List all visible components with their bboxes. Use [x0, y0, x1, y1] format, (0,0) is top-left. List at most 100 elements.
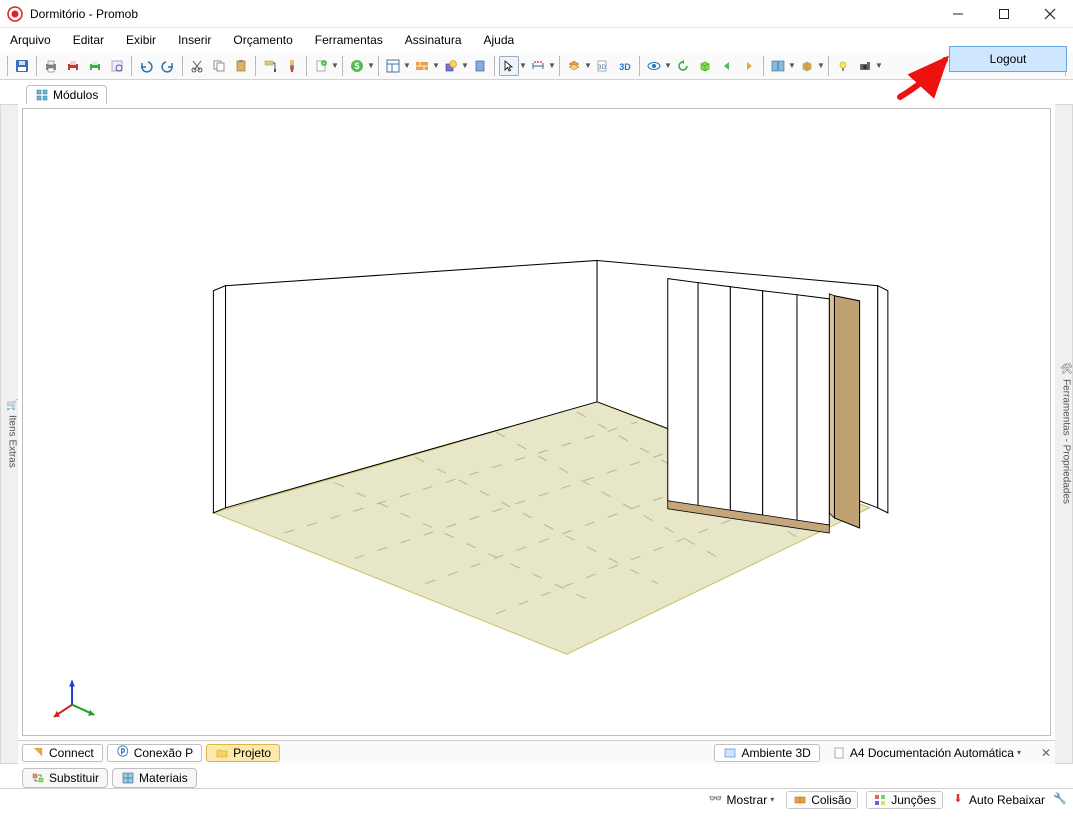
dropdown-icon[interactable]: ▾: [770, 795, 778, 804]
rail-itens-extras[interactable]: 🛒 Itens Extras: [6, 400, 18, 468]
viewport-3d[interactable]: [22, 108, 1051, 736]
dropdown-icon[interactable]: ▼: [461, 61, 469, 70]
close-tab-icon[interactable]: ✕: [1041, 746, 1051, 760]
dropdown-icon[interactable]: ▾: [1017, 748, 1025, 757]
print-green-icon[interactable]: [85, 56, 105, 76]
app-icon: [6, 5, 24, 23]
status-auto-rebaixar[interactable]: ⬇ Auto Rebaixar: [951, 793, 1045, 807]
maximize-button[interactable]: [981, 0, 1027, 28]
menu-arquivo[interactable]: Arquivo: [6, 31, 55, 49]
btab-connect[interactable]: ◥ Connect: [22, 744, 103, 762]
light-icon[interactable]: [833, 56, 853, 76]
document-new-icon[interactable]: +: [311, 56, 331, 76]
bottom-tabs: ◥ Connect ⓟ Conexão P Projeto Ambiente 3…: [18, 740, 1055, 764]
paint-roller-icon[interactable]: [260, 56, 280, 76]
dropdown-icon[interactable]: ▼: [817, 61, 825, 70]
layout-icon[interactable]: [383, 56, 403, 76]
dropdown-icon[interactable]: ▼: [548, 61, 556, 70]
btab-projeto[interactable]: Projeto: [206, 744, 280, 762]
doc-icon: [832, 746, 846, 760]
tab-materiais[interactable]: Materiais: [112, 768, 197, 788]
dropdown-icon[interactable]: ▼: [432, 61, 440, 70]
dropdown-icon[interactable]: ▼: [664, 61, 672, 70]
status-colisao[interactable]: Colisão: [786, 791, 858, 809]
close-button[interactable]: [1027, 0, 1073, 28]
box-icon[interactable]: [797, 56, 817, 76]
wrench-icon: 🛠: [1060, 364, 1072, 376]
room-scene: [23, 109, 1050, 735]
doc-3d-icon[interactable]: 3D: [593, 56, 613, 76]
right-side-rail: 🛠 Ferramentas - Propriedades: [1055, 104, 1073, 764]
currency-icon[interactable]: $: [347, 56, 367, 76]
down-arrow-icon: ⬇: [951, 793, 965, 807]
svg-text:3D: 3D: [598, 65, 606, 71]
status-mostrar[interactable]: 👓 Mostrar ▾: [709, 793, 779, 807]
cube-icon[interactable]: [695, 56, 715, 76]
menu-ajuda[interactable]: Ajuda: [480, 31, 519, 49]
logout-button[interactable]: Logout: [949, 46, 1067, 72]
rotate-left-icon[interactable]: [673, 56, 693, 76]
menu-inserir[interactable]: Inserir: [174, 31, 215, 49]
redo-icon[interactable]: [158, 56, 178, 76]
modules-icon: [35, 88, 49, 102]
menu-orcamento[interactable]: Orçamento: [229, 31, 296, 49]
dropdown-icon[interactable]: ▼: [788, 61, 796, 70]
cart-icon: 🛒: [6, 400, 18, 412]
wrench-corner-icon[interactable]: 🔧: [1053, 793, 1067, 807]
copy-icon[interactable]: [209, 56, 229, 76]
p-icon: ⓟ: [116, 746, 130, 760]
title-bar: Dormitório - Promob: [0, 0, 1073, 28]
eye-icon[interactable]: [644, 56, 664, 76]
dropdown-icon[interactable]: ▼: [875, 61, 883, 70]
svg-text:$: $: [354, 61, 359, 71]
view-3d-icon[interactable]: 3D: [615, 56, 635, 76]
status-juncoes[interactable]: Junções: [866, 791, 943, 809]
folder-icon: [215, 746, 229, 760]
dropdown-icon[interactable]: ▼: [367, 61, 375, 70]
lower-tab-row: Substituir Materiais: [0, 764, 1073, 788]
menu-editar[interactable]: Editar: [69, 31, 108, 49]
swap-icon: [31, 771, 45, 785]
tab-modulos-label: Módulos: [53, 88, 98, 102]
rail-ferramentas-propriedades[interactable]: 🛠 Ferramentas - Propriedades: [1060, 364, 1072, 504]
svg-text:3D: 3D: [619, 62, 631, 72]
save-icon[interactable]: [12, 56, 32, 76]
camera-icon[interactable]: [855, 56, 875, 76]
tab-substituir[interactable]: Substituir: [22, 768, 108, 788]
dropdown-icon[interactable]: ▼: [403, 61, 411, 70]
glasses-icon: 👓: [709, 793, 723, 807]
menu-ferramentas[interactable]: Ferramentas: [311, 31, 387, 49]
menu-assinatura[interactable]: Assinatura: [401, 31, 466, 49]
collision-icon: [793, 793, 807, 807]
menu-exibir[interactable]: Exibir: [122, 31, 160, 49]
view-layers-icon[interactable]: [564, 56, 584, 76]
tab-modulos[interactable]: Módulos: [26, 85, 107, 104]
print-preview-icon[interactable]: [107, 56, 127, 76]
print-red-icon[interactable]: [63, 56, 83, 76]
logout-label: Logout: [990, 52, 1027, 66]
print-icon[interactable]: [41, 56, 61, 76]
dropdown-icon[interactable]: ▼: [519, 61, 527, 70]
rss-icon: ◥: [31, 746, 45, 760]
menu-bar: Arquivo Editar Exibir Inserir Orçamento …: [0, 28, 1073, 52]
paste-icon[interactable]: [231, 56, 251, 76]
cursor-icon[interactable]: [499, 56, 519, 76]
dimension-icon[interactable]: [528, 56, 548, 76]
junction-icon: [873, 793, 887, 807]
btab-conexao-p[interactable]: ⓟ Conexão P: [107, 744, 202, 762]
dropdown-icon[interactable]: ▼: [331, 61, 339, 70]
ambiente-icon: [723, 746, 737, 760]
nav-left-icon[interactable]: [717, 56, 737, 76]
undo-icon[interactable]: [136, 56, 156, 76]
nav-right-icon[interactable]: [739, 56, 759, 76]
panel-icon[interactable]: [470, 56, 490, 76]
paint-brush-icon[interactable]: [282, 56, 302, 76]
wall-icon[interactable]: [412, 56, 432, 76]
window-tile-icon[interactable]: [768, 56, 788, 76]
btab-ambiente-3d[interactable]: Ambiente 3D: [714, 744, 819, 762]
minimize-button[interactable]: [935, 0, 981, 28]
dropdown-icon[interactable]: ▼: [584, 61, 592, 70]
cut-icon[interactable]: [187, 56, 207, 76]
btab-documentacao[interactable]: A4 Documentación Automática ▾: [824, 745, 1033, 761]
geometry-icon[interactable]: [441, 56, 461, 76]
